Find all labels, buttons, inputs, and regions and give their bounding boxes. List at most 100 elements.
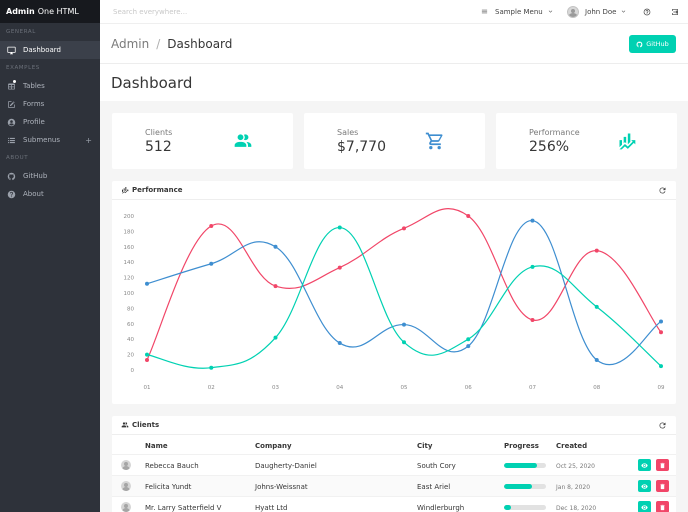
sidebar-item-label: Dashboard xyxy=(23,46,61,54)
view-button[interactable] xyxy=(638,480,651,492)
github-button-label: GitHub xyxy=(646,40,669,48)
client-city: Windlerburgh xyxy=(417,504,465,512)
help-button[interactable] xyxy=(643,0,651,23)
search-input[interactable] xyxy=(100,0,380,23)
data-point xyxy=(337,265,342,270)
column-header-city[interactable]: City xyxy=(417,442,432,450)
progress-fill xyxy=(504,484,533,489)
data-point xyxy=(466,337,471,342)
sidebar-item-dashboard[interactable]: Dashboard xyxy=(0,41,100,59)
trash-icon xyxy=(659,504,666,511)
data-point xyxy=(209,365,214,370)
notification-dot xyxy=(13,80,16,83)
column-header-company[interactable]: Company xyxy=(255,442,292,450)
column-header-created[interactable]: Created xyxy=(556,442,587,450)
sidebar-item-github[interactable]: GitHub xyxy=(0,167,100,185)
view-button[interactable] xyxy=(638,501,651,512)
progress-fill xyxy=(504,505,511,510)
chevron-down-icon xyxy=(547,8,554,15)
y-tick-label: 100 xyxy=(124,291,135,297)
table-row: Rebecca Bauch Daugherty-Daniel South Cor… xyxy=(112,454,676,475)
help-circle-icon xyxy=(643,8,651,16)
data-point xyxy=(209,261,214,266)
card-title: Clients xyxy=(132,421,160,429)
tile-value: 256% xyxy=(529,139,570,155)
github-button[interactable]: GitHub xyxy=(629,35,676,53)
column-header-progress[interactable]: Progress xyxy=(504,442,539,450)
x-tick-label: 01 xyxy=(144,385,151,391)
help-circle-icon xyxy=(7,190,16,199)
sidebar-item-profile[interactable]: Profile xyxy=(0,113,100,131)
y-tick-label: 160 xyxy=(124,245,135,251)
hero-section: Dashboard xyxy=(100,64,688,101)
data-point xyxy=(145,281,149,286)
x-tick-label: 02 xyxy=(208,385,215,391)
user-name: John Doe xyxy=(585,7,617,16)
sample-menu-dropdown[interactable]: Sample Menu xyxy=(481,0,554,23)
sample-menu-label: Sample Menu xyxy=(495,7,543,16)
y-tick-label: 0 xyxy=(131,368,135,374)
logout-icon xyxy=(671,8,679,16)
card-header: Performance xyxy=(112,181,676,200)
tile-sales: Sales $7,770 xyxy=(304,113,485,169)
avatar xyxy=(121,460,131,470)
data-point xyxy=(402,322,406,327)
series-line xyxy=(146,226,662,369)
data-point xyxy=(145,352,149,357)
data-point xyxy=(402,340,406,345)
data-point xyxy=(145,357,149,362)
sidebar-item-submenus[interactable]: Submenus + xyxy=(0,131,100,149)
delete-button[interactable] xyxy=(656,459,669,471)
finance-icon xyxy=(617,131,637,151)
data-point xyxy=(659,364,663,369)
sidebar-item-label: Profile xyxy=(23,118,45,126)
view-button[interactable] xyxy=(638,459,651,471)
x-tick-label: 04 xyxy=(336,385,343,391)
chevron-down-icon xyxy=(620,8,627,15)
refresh-icon[interactable] xyxy=(658,421,667,430)
delete-button[interactable] xyxy=(656,501,669,512)
y-tick-label: 20 xyxy=(127,353,134,359)
breadcrumb-separator: / xyxy=(156,36,161,51)
client-created: Jan 8, 2020 xyxy=(556,484,591,491)
tile-value: $7,770 xyxy=(337,139,386,155)
table-row: Mr. Larry Satterfield V Hyatt Ltd Windle… xyxy=(112,496,676,512)
expand-plus-icon[interactable]: + xyxy=(85,136,92,145)
client-city: South Cory xyxy=(417,462,456,470)
user-menu-dropdown[interactable]: John Doe xyxy=(567,0,627,23)
client-company: Daugherty-Daniel xyxy=(255,462,317,470)
delete-button[interactable] xyxy=(656,480,669,492)
performance-card: Performance 0 20 40 60 80 100 120 140 160 180 200 0… xyxy=(112,181,676,404)
sidebar-item-forms[interactable]: Forms xyxy=(0,95,100,113)
column-header-name[interactable]: Name xyxy=(145,442,168,450)
data-point xyxy=(530,218,535,223)
y-tick-label: 80 xyxy=(127,306,134,312)
card-header: Clients xyxy=(112,416,676,435)
sidebar-item-about[interactable]: About xyxy=(0,185,100,203)
client-created: Oct 25, 2020 xyxy=(556,463,595,470)
data-point xyxy=(337,341,342,346)
eye-icon xyxy=(641,483,648,490)
breadcrumb-admin[interactable]: Admin xyxy=(111,37,149,51)
data-point xyxy=(337,225,342,230)
logout-button[interactable] xyxy=(671,0,679,23)
form-icon xyxy=(7,100,16,109)
y-tick-label: 180 xyxy=(124,229,135,235)
data-point xyxy=(659,319,663,324)
y-tick-label: 140 xyxy=(124,260,135,266)
x-tick-label: 09 xyxy=(658,385,665,391)
card-title: Performance xyxy=(132,186,183,194)
menu-icon xyxy=(481,8,488,15)
user-avatar xyxy=(567,5,579,18)
refresh-icon[interactable] xyxy=(658,186,667,195)
menu-label-examples: Examples xyxy=(6,65,40,71)
data-point xyxy=(273,284,278,289)
x-tick-label: 03 xyxy=(272,385,279,391)
brand: Admin One HTML xyxy=(0,0,100,23)
data-point xyxy=(530,317,535,322)
finance-icon xyxy=(121,186,129,194)
x-tick-label: 08 xyxy=(593,385,600,391)
github-icon xyxy=(7,172,16,181)
progress-bar xyxy=(504,484,546,489)
sidebar-item-tables[interactable]: Tables xyxy=(0,77,100,95)
